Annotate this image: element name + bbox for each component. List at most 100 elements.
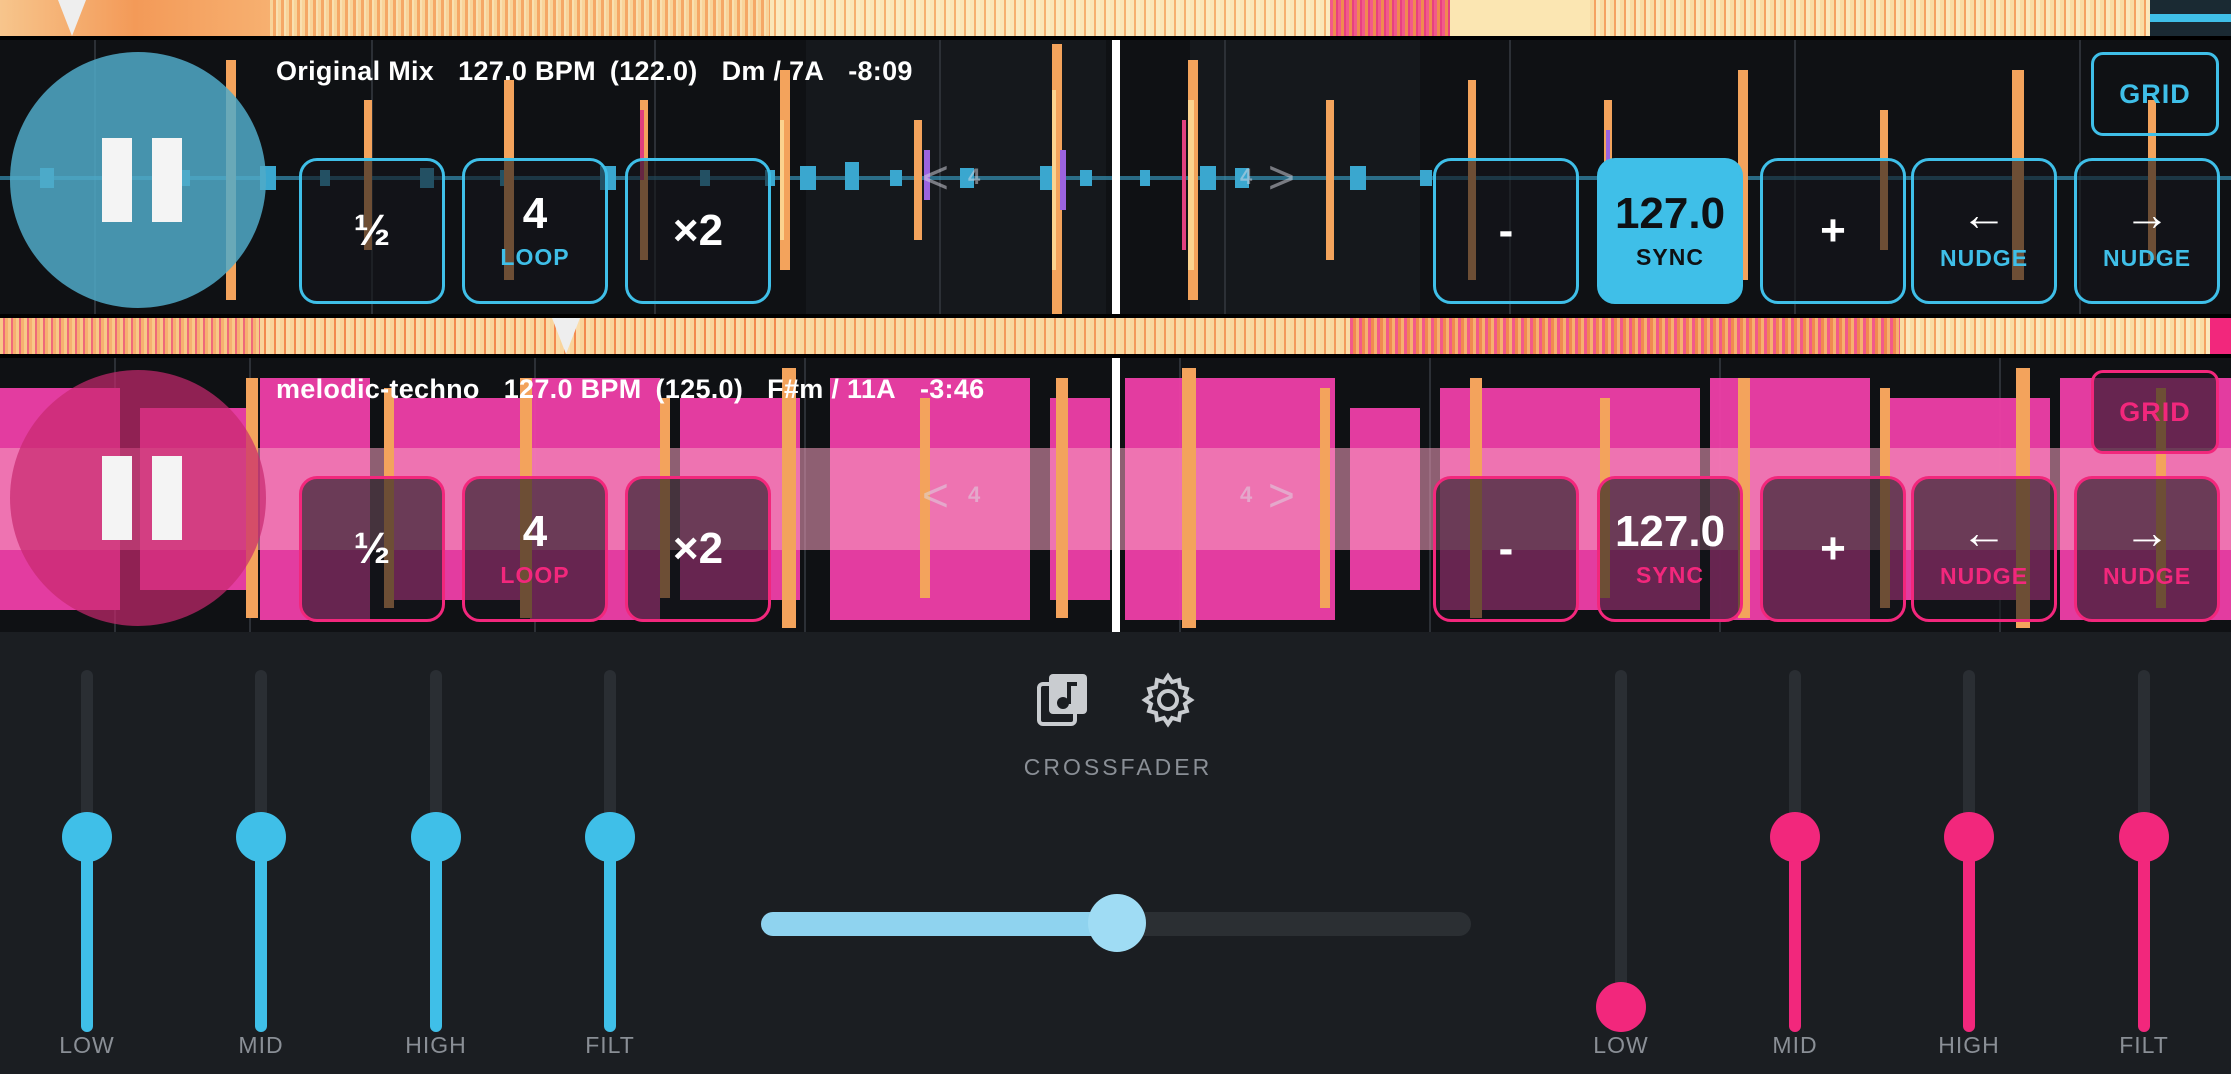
deck-a-sync-button[interactable]: 127.0 SYNC [1597, 158, 1743, 304]
crossfader-label: CROSSFADER [1023, 754, 1213, 780]
eq-label: FILT [585, 1032, 635, 1058]
deck-b-title: melodic-techno [276, 374, 480, 404]
slider-knob[interactable] [1944, 812, 1994, 862]
crossfader-knob[interactable] [1088, 894, 1146, 952]
deck-a-nudge-back-button[interactable]: ← NUDGE [1911, 158, 2057, 304]
slider-knob[interactable] [585, 812, 635, 862]
deck-b-beat-jump-back-value: 4 [968, 482, 981, 507]
deck-a-original-bpm: (122.0) [609, 56, 698, 86]
eq-label: LOW [1593, 1032, 1649, 1058]
pitch-minus-label: - [1498, 524, 1514, 573]
slider-knob[interactable] [1596, 982, 1646, 1032]
deck-a-beat-jump-forward-value: 4 [1240, 164, 1253, 189]
eq-label: MID [1772, 1032, 1818, 1058]
slider-fill [1963, 837, 1975, 1032]
deck-b-loop-button[interactable]: 4 LOOP [462, 476, 608, 622]
loop-half-label: ½ [353, 206, 391, 255]
sync-label: SYNC [1636, 243, 1704, 270]
deck-a-loop-double-button[interactable]: ×2 [625, 158, 771, 304]
deck-b-play-pause-button[interactable] [10, 370, 266, 626]
loop-double-label: ×2 [672, 206, 724, 255]
loop-label: LOOP [500, 561, 570, 588]
arrow-left-icon: ← [1961, 505, 2007, 558]
overview-segment [0, 318, 260, 354]
loop-value: 4 [522, 506, 548, 556]
deck-b-time-remaining: -3:46 [919, 374, 985, 404]
slider-fill [430, 837, 442, 1032]
arrow-right-icon: → [2124, 187, 2170, 240]
nudge-label: NUDGE [2102, 562, 2192, 589]
arrow-right-icon: → [2124, 505, 2170, 558]
slider-knob[interactable] [62, 812, 112, 862]
slider-knob[interactable] [1770, 812, 1820, 862]
pitch-plus-label: + [1820, 206, 1846, 255]
deck-a-pitch-minus-button[interactable]: - [1433, 158, 1579, 304]
overview-segment [260, 318, 780, 354]
deck-a-waveform[interactable]: Original Mix 127.0 BPM (122.0) Dm / 7A -8:09… [0, 36, 2231, 318]
deck-b-pitch-plus-button[interactable]: + [1760, 476, 1906, 622]
loop-double-label: ×2 [672, 524, 724, 573]
deck-b-overview[interactable] [0, 318, 2231, 354]
nudge-label: NUDGE [1939, 244, 2029, 271]
deck-a-position-marker[interactable] [58, 0, 86, 36]
deck-a-grid-button[interactable]: GRID [2091, 52, 2219, 136]
arrow-left-icon: ← [1961, 187, 2007, 240]
overview-segment [1330, 0, 1450, 36]
deck-a-loop-half-button[interactable]: ½ [299, 158, 445, 304]
loop-label: LOOP [500, 243, 570, 270]
deck-b-bpm: 127.0 BPM [503, 374, 642, 404]
gear-icon[interactable] [1140, 672, 1196, 728]
deck-b-loop-double-button[interactable]: ×2 [625, 476, 771, 622]
deck-b-key: F#m / 11A [767, 374, 896, 404]
deck-b-playhead [1112, 358, 1120, 632]
deck-b-beat-jump-back-icon[interactable]: < [922, 468, 949, 522]
eq-label: HIGH [1938, 1032, 2000, 1058]
deck-b-grid-button[interactable]: GRID [2091, 370, 2219, 454]
deck-b-beat-jump-forward-icon[interactable]: > [1268, 468, 1295, 522]
deck-b-loop-half-button[interactable]: ½ [299, 476, 445, 622]
deck-b-nudge-back-button[interactable]: ← NUDGE [1911, 476, 2057, 622]
mixer-panel: LOW MID HIGH FILT CROSSFADER LOW MID HIG… [0, 632, 2231, 1074]
eq-label: LOW [59, 1032, 115, 1058]
slider-knob[interactable] [2119, 812, 2169, 862]
deck-b-position-marker[interactable] [552, 318, 580, 354]
overview-segment [1900, 318, 2210, 354]
overview-segment [1590, 0, 2150, 36]
overview-segment [1450, 0, 1590, 36]
pitch-plus-label: + [1820, 524, 1846, 573]
pause-icon [152, 138, 182, 222]
sync-label: SYNC [1636, 561, 1704, 588]
deck-a-loop-button[interactable]: 4 LOOP [462, 158, 608, 304]
eq-label: HIGH [405, 1032, 467, 1058]
deck-a-beat-jump-back-value: 4 [968, 164, 981, 189]
deck-a-title: Original Mix [276, 56, 435, 86]
deck-b-sync-button[interactable]: 127.0 SYNC [1597, 476, 1743, 622]
overview-segment [2210, 318, 2231, 354]
overview-segment [1350, 318, 1900, 354]
deck-b-pitch-minus-button[interactable]: - [1433, 476, 1579, 622]
deck-a-play-pause-button[interactable] [10, 52, 266, 308]
slider-knob[interactable] [236, 812, 286, 862]
sync-value: 127.0 [1614, 188, 1726, 238]
music-library-icon[interactable] [1035, 672, 1091, 728]
overview-segment [2150, 14, 2231, 22]
loop-half-label: ½ [353, 524, 391, 573]
deck-b-waveform[interactable]: melodic-techno 127.0 BPM (125.0) F#m / 11A -… [0, 354, 2231, 636]
overview-segment [770, 0, 1330, 36]
deck-a-overview[interactable] [0, 0, 2231, 36]
deck-b-nudge-forward-button[interactable]: → NUDGE [2074, 476, 2220, 622]
deck-a-time-remaining: -8:09 [848, 56, 913, 86]
deck-a-nudge-forward-button[interactable]: → NUDGE [2074, 158, 2220, 304]
deck-a-pitch-plus-button[interactable]: + [1760, 158, 1906, 304]
deck-b-track-info: melodic-techno 127.0 BPM (125.0) F#m / 11A -… [276, 374, 1008, 405]
deck-a-beat-jump-back-icon[interactable]: < [922, 150, 949, 204]
slider-knob[interactable] [411, 812, 461, 862]
slider-fill [81, 837, 93, 1032]
pitch-minus-label: - [1498, 206, 1514, 255]
deck-a-beat-jump-forward-icon[interactable]: > [1268, 150, 1295, 204]
overview-segment [780, 318, 1350, 354]
deck-a-track-info: Original Mix 127.0 BPM (122.0) Dm / 7A -8:09 [276, 56, 937, 87]
deck-a-playhead [1112, 40, 1120, 314]
pause-icon [102, 138, 132, 222]
deck-b-beat-jump-forward-value: 4 [1240, 482, 1253, 507]
